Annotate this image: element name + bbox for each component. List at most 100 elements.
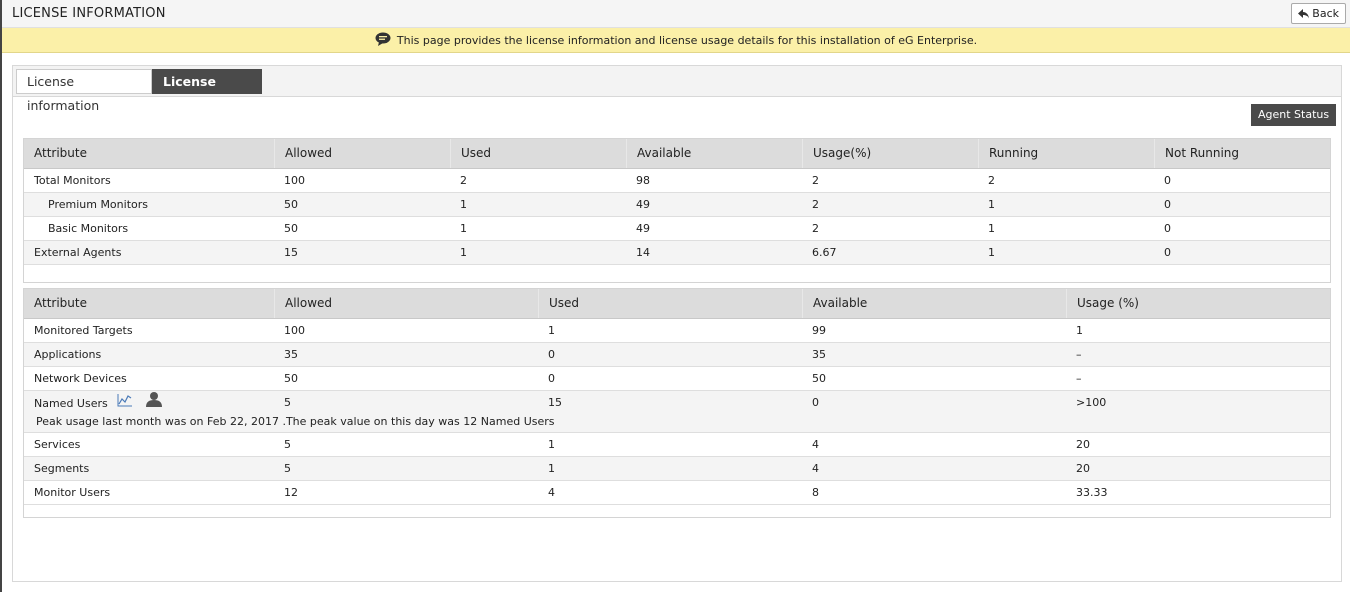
tab-license-information[interactable]: License information	[16, 69, 152, 113]
row-used: 1	[548, 324, 555, 337]
row-available: 49	[636, 198, 650, 211]
monitors-table: Attribute Allowed Used Available Usage(%…	[23, 138, 1331, 283]
column-header: Usage(%)	[802, 139, 978, 168]
row-available: 99	[812, 324, 826, 337]
table-row: Segments 5 1 4 20	[24, 457, 1330, 481]
row-allowed: 15	[284, 246, 298, 259]
row-attribute: Segments	[34, 462, 90, 475]
row-allowed: 50	[284, 372, 298, 385]
table-row: Premium Monitors 50 1 49 2 1 0	[24, 193, 1330, 217]
table-row: Monitored Targets 100 1 99 1	[24, 319, 1330, 343]
row-usage: 2	[812, 174, 819, 187]
column-header: Available	[626, 139, 802, 168]
row-allowed: 12	[284, 486, 298, 499]
row-usage: 2	[812, 198, 819, 211]
row-attribute-label: Named Users	[34, 397, 108, 410]
row-used: 1	[460, 222, 467, 235]
row-usage: –	[1076, 348, 1082, 361]
table-row: Services 5 1 4 20	[24, 433, 1330, 457]
targets-table: Attribute Allowed Used Available Usage (…	[23, 288, 1331, 518]
row-usage: –	[1076, 372, 1082, 385]
row-attribute: Premium Monitors	[48, 198, 148, 211]
column-header: Usage (%)	[1066, 289, 1330, 318]
row-not-running: 0	[1164, 198, 1171, 211]
speech-bubble-icon	[375, 32, 391, 49]
row-used: 2	[460, 174, 467, 187]
row-not-running: 0	[1164, 246, 1171, 259]
row-used: 1	[548, 462, 555, 475]
row-available: 4	[812, 462, 819, 475]
row-attribute: Basic Monitors	[48, 222, 129, 235]
table-row: Applications 35 0 35 –	[24, 343, 1330, 367]
row-allowed: 100	[284, 324, 305, 337]
tab-license-usage[interactable]: License usage	[152, 69, 262, 113]
row-used: 0	[548, 372, 555, 385]
page-header: LICENSE INFORMATION Back	[2, 0, 1350, 28]
tab-strip: License information License usage	[13, 66, 1341, 113]
row-usage: >100	[1076, 396, 1107, 409]
table-row: External Agents 15 1 14 6.67 1 0	[24, 241, 1330, 265]
row-attribute: Monitor Users	[34, 486, 111, 499]
row-available: 14	[636, 246, 650, 259]
row-used: 4	[548, 486, 555, 499]
table-row: Basic Monitors 50 1 49 2 1 0	[24, 217, 1330, 241]
row-available: 50	[812, 372, 826, 385]
row-attribute: Monitored Targets	[34, 324, 133, 337]
row-used: 1	[548, 438, 555, 451]
table-row: Total Monitors 100 2 98 2 2 0	[24, 169, 1330, 193]
row-attribute: Named Users	[24, 391, 274, 415]
row-usage: 20	[1076, 462, 1090, 475]
row-allowed: 5	[284, 438, 291, 451]
column-header: Used	[538, 289, 802, 318]
column-header: Available	[802, 289, 1066, 318]
trend-chart-icon[interactable]	[117, 391, 133, 417]
table-row: Monitor Users 12 4 8 33.33	[24, 481, 1330, 505]
left-edge-rule	[0, 0, 2, 592]
row-usage: 1	[1076, 324, 1083, 337]
row-usage: 20	[1076, 438, 1090, 451]
row-allowed: 100	[284, 174, 305, 187]
row-attribute: Applications	[34, 348, 102, 361]
row-used: 15	[548, 396, 562, 409]
row-not-running: 0	[1164, 174, 1171, 187]
row-allowed: 5	[284, 396, 291, 409]
row-available: 49	[636, 222, 650, 235]
row-allowed: 50	[284, 198, 298, 211]
row-not-running: 0	[1164, 222, 1171, 235]
row-running: 1	[988, 198, 995, 211]
user-icon[interactable]	[145, 391, 163, 417]
back-button[interactable]: Back	[1291, 3, 1346, 24]
row-allowed: 50	[284, 222, 298, 235]
row-running: 2	[988, 174, 995, 187]
column-header: Attribute	[34, 296, 87, 310]
row-running: 1	[988, 246, 995, 259]
column-header: Used	[450, 139, 626, 168]
row-usage: 2	[812, 222, 819, 235]
row-attribute: External Agents	[34, 246, 122, 259]
row-allowed: 35	[284, 348, 298, 361]
row-usage: 33.33	[1076, 486, 1108, 499]
column-header: Attribute	[34, 146, 87, 160]
row-attribute: Total Monitors	[34, 174, 111, 187]
agent-status-button[interactable]: Agent Status	[1251, 104, 1337, 126]
row-allowed: 5	[284, 462, 291, 475]
row-used: 1	[460, 246, 467, 259]
row-available: 8	[812, 486, 819, 499]
column-header: Not Running	[1154, 139, 1330, 168]
row-available: 0	[812, 396, 819, 409]
row-available: 98	[636, 174, 650, 187]
row-running: 1	[988, 222, 995, 235]
row-usage: 6.67	[812, 246, 837, 259]
row-available: 4	[812, 438, 819, 451]
row-used: 0	[548, 348, 555, 361]
page-title: LICENSE INFORMATION	[12, 6, 166, 21]
table-row: Network Devices 50 0 50 –	[24, 367, 1330, 391]
info-banner: This page provides the license informati…	[2, 28, 1350, 53]
row-available: 35	[812, 348, 826, 361]
table-header-row: Attribute Allowed Used Available Usage (…	[24, 289, 1330, 319]
peak-usage-note: Peak usage last month was on Feb 22, 201…	[36, 415, 555, 428]
info-message: This page provides the license informati…	[396, 33, 978, 47]
row-used: 1	[460, 198, 467, 211]
back-button-label: Back	[1312, 7, 1339, 20]
table-row-named-users: Named Users 5 15 0 >100 Peak usage last …	[24, 391, 1330, 433]
